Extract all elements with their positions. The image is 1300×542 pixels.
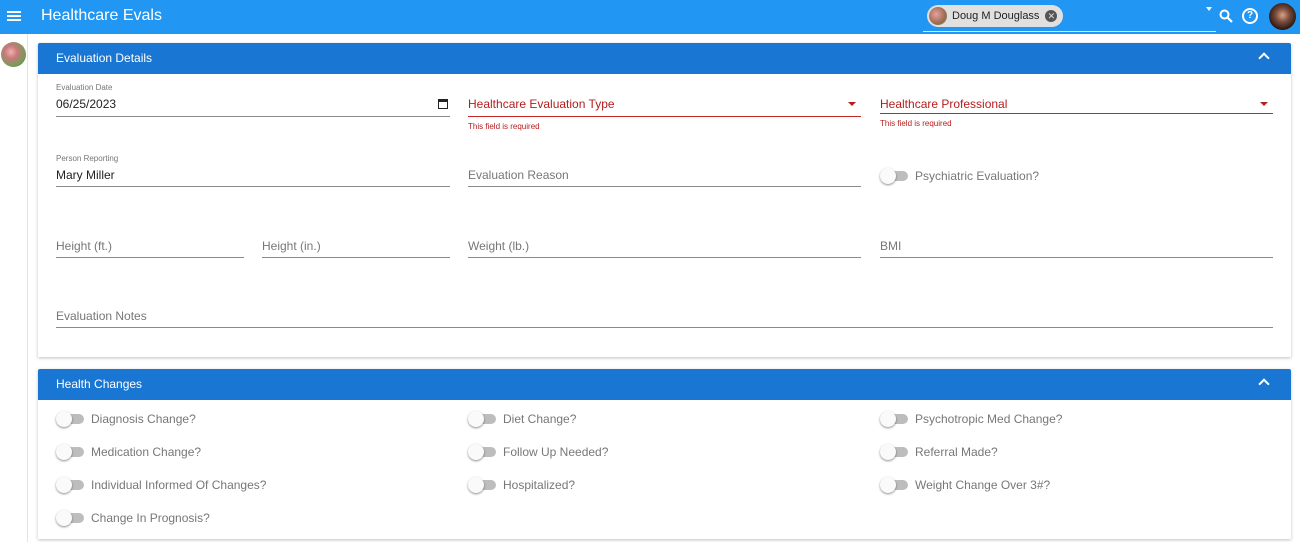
toggle-switch[interactable] (56, 444, 84, 460)
psychotropic-med-change-toggle[interactable]: Psychotropic Med Change? (880, 411, 1063, 427)
referral-made-toggle[interactable]: Referral Made? (880, 444, 998, 460)
dropdown-arrow-icon[interactable] (1260, 102, 1268, 106)
toggle-switch[interactable] (56, 477, 84, 493)
field-placeholder: Healthcare Professional (880, 97, 1008, 111)
follow-up-needed-toggle[interactable]: Follow Up Needed? (468, 444, 609, 460)
dropdown-arrow-icon[interactable] (848, 102, 856, 106)
panel-title: Evaluation Details (56, 51, 153, 65)
field-label: Person Reporting (56, 154, 119, 163)
side-rail (0, 34, 28, 542)
weight-field[interactable]: Weight (lb.) (468, 225, 861, 260)
help-icon[interactable]: ? (1242, 8, 1258, 24)
field-underline (262, 257, 450, 258)
app-title: Healthcare Evals (41, 7, 162, 24)
field-underline (468, 186, 861, 187)
evaluation-notes-field[interactable]: Evaluation Notes (56, 295, 1273, 330)
toggle-label: Diet Change? (503, 412, 577, 426)
field-underline (56, 186, 450, 187)
medication-change-toggle[interactable]: Medication Change? (56, 444, 202, 460)
field-underline (880, 257, 1273, 258)
professional-select[interactable]: Healthcare Professional This field is re… (880, 83, 1273, 135)
field-placeholder: Evaluation Reason (468, 168, 569, 182)
evaluation-type-select[interactable]: Healthcare Evaluation Type This field is… (468, 83, 861, 135)
toggle-switch[interactable] (468, 477, 496, 493)
toggle-label: Hospitalized? (503, 478, 576, 492)
field-value: Mary Miller (56, 168, 115, 182)
health-changes-header[interactable]: Health Changes (38, 369, 1291, 400)
toggle-label: Psychiatric Evaluation? (915, 169, 1040, 183)
search-icon[interactable] (1219, 9, 1233, 23)
toggle-switch[interactable] (880, 444, 908, 460)
health-changes-panel: Health Changes Diagnosis Change? Diet Ch… (38, 369, 1291, 539)
toggle-label: Medication Change? (91, 445, 202, 459)
chevron-up-icon[interactable] (1258, 52, 1270, 64)
height-in-field[interactable]: Height (in.) (262, 225, 450, 260)
calendar-icon[interactable] (438, 99, 448, 109)
selected-person-name: Doug M Douglass (952, 10, 1040, 22)
toggle-switch[interactable] (56, 411, 84, 427)
app-bar: Healthcare Evals Doug M Douglass ✕ ? (0, 0, 1300, 34)
field-placeholder: Height (in.) (262, 239, 321, 253)
field-underline (56, 327, 1273, 328)
menu-icon[interactable] (7, 9, 21, 25)
field-placeholder: Healthcare Evaluation Type (468, 97, 615, 111)
bmi-field[interactable]: BMI (880, 225, 1273, 260)
field-underline (468, 257, 861, 258)
toggle-switch[interactable] (468, 411, 496, 427)
diagnosis-change-toggle[interactable]: Diagnosis Change? (56, 411, 196, 427)
person-select[interactable]: Doug M Douglass ✕ (923, 2, 1216, 32)
toggle-switch[interactable] (880, 168, 908, 184)
field-placeholder: Weight (lb.) (468, 239, 530, 253)
field-underline (56, 257, 244, 258)
field-placeholder: Height (ft.) (56, 239, 113, 253)
field-placeholder: BMI (880, 239, 902, 253)
person-reporting-field[interactable]: Person Reporting Mary Miller (56, 154, 450, 189)
toggle-label: Psychotropic Med Change? (915, 412, 1063, 426)
panel-title: Health Changes (56, 377, 143, 391)
person-avatar[interactable] (1, 42, 26, 67)
change-in-prognosis-toggle[interactable]: Change In Prognosis? (56, 510, 210, 526)
evaluation-reason-field[interactable]: Evaluation Reason (468, 154, 861, 189)
toggle-switch[interactable] (880, 477, 908, 493)
field-label: Evaluation Date (56, 83, 113, 92)
psychiatric-evaluation-toggle[interactable]: Psychiatric Evaluation? (880, 168, 1040, 184)
height-ft-field[interactable]: Height (ft.) (56, 225, 244, 260)
toggle-label: Change In Prognosis? (91, 511, 210, 525)
toggle-label: Weight Change Over 3#? (915, 478, 1051, 492)
evaluation-date-field[interactable]: Evaluation Date 06/25/2023 (56, 83, 450, 118)
evaluation-details-header[interactable]: Evaluation Details (38, 43, 1291, 74)
person-avatar (929, 7, 947, 25)
dropdown-arrow-icon[interactable] (1206, 7, 1212, 11)
field-placeholder: Evaluation Notes (56, 309, 147, 323)
error-message: This field is required (880, 119, 952, 128)
weight-change-toggle[interactable]: Weight Change Over 3#? (880, 477, 1051, 493)
toggle-label: Follow Up Needed? (503, 445, 609, 459)
evaluation-details-panel: Evaluation Details Evaluation Date 06/25… (38, 43, 1291, 357)
chevron-up-icon[interactable] (1258, 378, 1270, 390)
toggle-label: Referral Made? (915, 445, 998, 459)
remove-chip-icon[interactable]: ✕ (1045, 10, 1058, 22)
user-avatar[interactable] (1269, 3, 1296, 30)
diet-change-toggle[interactable]: Diet Change? (468, 411, 577, 427)
toggle-label: Diagnosis Change? (91, 412, 196, 426)
selected-person-chip[interactable]: Doug M Douglass ✕ (927, 5, 1064, 27)
toggle-switch[interactable] (468, 444, 496, 460)
field-value: 06/25/2023 (56, 97, 117, 111)
field-underline (468, 116, 861, 117)
error-message: This field is required (468, 122, 540, 131)
hospitalized-toggle[interactable]: Hospitalized? (468, 477, 576, 493)
toggle-switch[interactable] (56, 510, 84, 526)
toggle-label: Individual Informed Of Changes? (91, 478, 267, 492)
individual-informed-toggle[interactable]: Individual Informed Of Changes? (56, 477, 267, 493)
field-underline (880, 113, 1273, 114)
toggle-switch[interactable] (880, 411, 908, 427)
field-underline (56, 116, 450, 117)
